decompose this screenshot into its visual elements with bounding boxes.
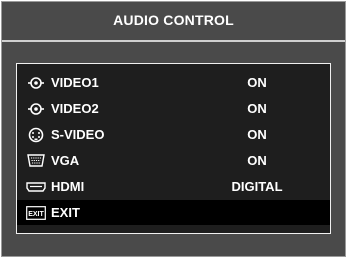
menu-item-label: S-VIDEO [51, 127, 105, 142]
menu-item-label: HDMI [51, 179, 85, 194]
hdmi-connector-icon [25, 179, 47, 195]
menu-item-value: ON [247, 153, 267, 168]
menu-item-label: VIDEO2 [51, 101, 99, 116]
exit-icon: EXIT [25, 205, 47, 221]
osd-title: AUDIO CONTROL [113, 12, 234, 28]
osd-panel: AUDIO CONTROL VIDEO1 ON VIDEO2 ON S-VIDE… [1, 1, 346, 257]
title-divider [2, 40, 345, 42]
menu-item-video1[interactable]: VIDEO1 ON [17, 70, 330, 95]
svideo-connector-icon [25, 127, 47, 143]
rca-connector-icon [25, 101, 47, 117]
menu-item-value: ON [247, 101, 267, 116]
menu-item-video2[interactable]: VIDEO2 ON [17, 96, 330, 121]
menu-item-label: VIDEO1 [51, 75, 99, 90]
menu-item-hdmi[interactable]: HDMI DIGITAL [17, 174, 330, 199]
svg-text:EXIT: EXIT [28, 211, 44, 218]
menu-item-s-video[interactable]: S-VIDEO ON [17, 122, 330, 147]
menu-item-exit[interactable]: EXIT EXIT [17, 200, 330, 225]
vga-connector-icon [25, 153, 47, 169]
menu-item-value: DIGITAL [231, 179, 283, 194]
menu-item-value: ON [247, 127, 267, 142]
menu-item-value: ON [247, 75, 267, 90]
menu-item-vga[interactable]: VGA ON [17, 148, 330, 173]
rca-connector-icon [25, 75, 47, 91]
menu-item-label: VGA [51, 153, 80, 168]
menu-item-label: EXIT [51, 205, 80, 220]
menu-list: VIDEO1 ON VIDEO2 ON S-VIDEO ON VGA ON HD… [16, 63, 331, 234]
